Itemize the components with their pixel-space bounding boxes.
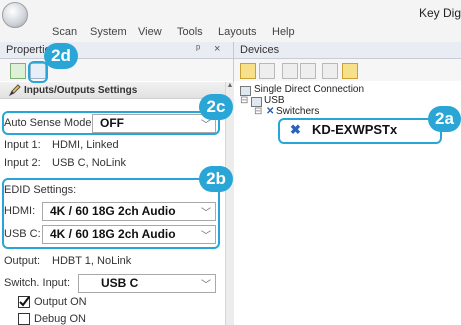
input2-status: USB C, NoLink xyxy=(52,157,126,169)
window-title: Key Dig xyxy=(418,6,461,20)
menu-help[interactable]: Help xyxy=(272,26,295,38)
connect-icon[interactable] xyxy=(240,63,256,79)
properties-scrollbar[interactable]: ▲ xyxy=(225,82,234,325)
device-icon: ✖ xyxy=(290,122,301,137)
callout-2b-frame xyxy=(2,178,220,249)
unlink-icon[interactable] xyxy=(300,63,316,79)
scroll-up-icon[interactable]: ▲ xyxy=(226,82,234,92)
switch-input-value: USB C xyxy=(101,276,139,290)
tree-expander-icon[interactable]: ⊟ xyxy=(254,106,262,117)
debug-on-label: Debug ON xyxy=(34,313,86,325)
devices-toolbar xyxy=(234,59,461,81)
tree-expander-icon[interactable]: ⊟ xyxy=(240,95,248,106)
menu-layouts[interactable]: Layouts xyxy=(218,26,257,38)
layout-icon[interactable] xyxy=(342,63,358,79)
properties-header: Properties ᵖ × xyxy=(0,42,233,59)
pencil-icon xyxy=(8,84,21,97)
output-label: Output: xyxy=(4,255,41,267)
output-on-checkbox[interactable] xyxy=(18,296,30,308)
debug-on-checkbox[interactable] xyxy=(18,313,30,325)
list-icon[interactable] xyxy=(322,63,338,79)
properties-panel: Properties ᵖ × Inputs/Outputs Settings ▲… xyxy=(0,42,234,325)
pin-icon[interactable]: ᵖ xyxy=(196,43,200,55)
devices-header: Devices xyxy=(234,42,461,59)
input1-status: HDMI, Linked xyxy=(52,139,119,151)
menu-system[interactable]: System xyxy=(90,26,127,38)
section-header[interactable]: Inputs/Outputs Settings xyxy=(0,82,225,99)
input2-label: Input 2: xyxy=(4,157,41,169)
switcher-icon: ✕ xyxy=(266,106,275,117)
app-logo-icon[interactable] xyxy=(2,2,28,28)
switch-input-select[interactable]: USB C ﹀ xyxy=(78,274,216,293)
tree-device[interactable]: KD-EXWPSTx xyxy=(312,122,397,137)
devices-title: Devices xyxy=(240,44,280,56)
grid-icon[interactable] xyxy=(259,63,275,79)
close-icon[interactable]: × xyxy=(214,43,220,55)
checkmark-icon xyxy=(19,296,30,307)
devices-panel: Devices Single Direct Connection ⊟ USB ⊟… xyxy=(234,42,461,325)
menu-scan[interactable]: Scan xyxy=(52,26,77,38)
title-menu-bar: Key Dig Scan System View Tools Layouts H… xyxy=(0,0,461,42)
switch-input-label: Switch. Input: xyxy=(4,277,71,289)
tree-switchers[interactable]: Switchers xyxy=(276,106,319,117)
callout-2d-frame xyxy=(28,61,48,83)
tree-root[interactable]: Single Direct Connection xyxy=(254,84,364,95)
tree-usb[interactable]: USB xyxy=(264,95,285,106)
output-on-label: Output ON xyxy=(34,296,87,308)
callout-2a-badge: 2a xyxy=(428,106,461,132)
input1-label: Input 1: xyxy=(4,139,41,151)
refresh-icon[interactable] xyxy=(10,63,26,79)
link-icon[interactable] xyxy=(282,63,298,79)
callout-2c-frame xyxy=(2,111,220,135)
menu-tools[interactable]: Tools xyxy=(177,26,203,38)
output-status: HDBT 1, NoLink xyxy=(52,255,132,267)
menu-view[interactable]: View xyxy=(138,26,162,38)
section-title: Inputs/Outputs Settings xyxy=(24,85,138,96)
callout-2b-badge: 2b xyxy=(199,166,233,192)
callout-2d-badge: 2d xyxy=(44,43,78,69)
callout-2c-badge: 2c xyxy=(199,94,233,120)
chevron-down-icon: ﹀ xyxy=(201,280,211,291)
